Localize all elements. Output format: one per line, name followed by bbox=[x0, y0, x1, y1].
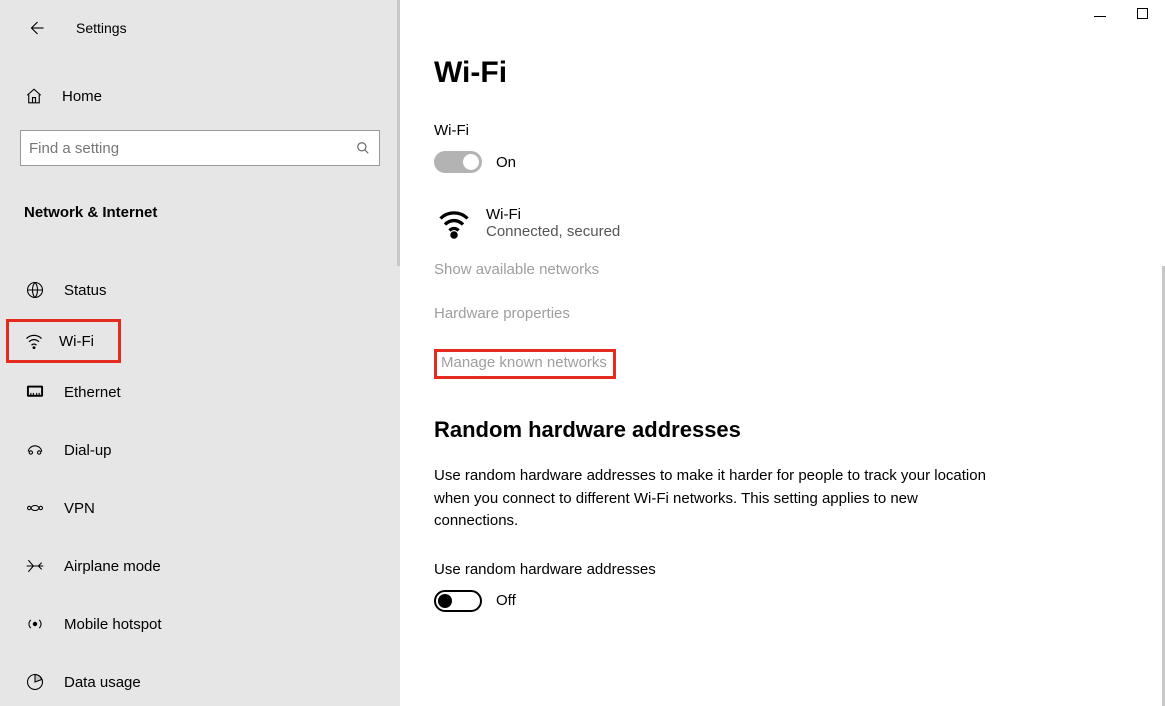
sidebar-item-label: Airplane mode bbox=[64, 558, 161, 575]
sidebar-section-title: Network & Internet bbox=[0, 204, 400, 221]
window-controls bbox=[1093, 6, 1149, 20]
sidebar-item-label: Ethernet bbox=[64, 384, 121, 401]
link-manage-known-networks-highlight: Manage known networks bbox=[434, 349, 616, 379]
sidebar-item-dialup[interactable]: Dial-up bbox=[0, 421, 400, 479]
page-title: Wi-Fi bbox=[434, 56, 1125, 90]
airplane-icon bbox=[24, 555, 46, 577]
wifi-toggle-label: Wi-Fi bbox=[434, 122, 1125, 139]
hotspot-icon bbox=[24, 613, 46, 635]
wifi-toggle[interactable] bbox=[434, 151, 482, 173]
sidebar-item-vpn[interactable]: VPN bbox=[0, 479, 400, 537]
search-icon bbox=[355, 140, 371, 156]
home-label: Home bbox=[62, 88, 102, 105]
sidebar-item-datausage[interactable]: Data usage bbox=[0, 653, 400, 706]
sidebar: Settings Home Network & Internet Status bbox=[0, 0, 400, 706]
sidebar-item-label: Dial-up bbox=[64, 442, 112, 459]
sidebar-item-status[interactable]: Status bbox=[0, 261, 400, 319]
wifi-icon bbox=[23, 330, 45, 352]
random-addresses-desc: Use random hardware addresses to make it… bbox=[434, 465, 994, 533]
back-button[interactable] bbox=[24, 16, 48, 40]
random-addresses-heading: Random hardware addresses bbox=[434, 417, 1125, 443]
vpn-icon bbox=[24, 497, 46, 519]
app-title: Settings bbox=[76, 20, 127, 36]
wifi-signal-icon bbox=[434, 203, 474, 243]
wifi-network-name: Wi-Fi bbox=[486, 206, 620, 223]
ethernet-icon bbox=[24, 381, 46, 403]
wifi-network-status: Connected, secured bbox=[486, 223, 620, 240]
sidebar-item-airplane[interactable]: Airplane mode bbox=[0, 537, 400, 595]
main-content: Wi-Fi Wi-Fi On Wi-Fi Connected, secured … bbox=[400, 0, 1165, 706]
status-icon bbox=[24, 279, 46, 301]
sidebar-item-label: Wi-Fi bbox=[59, 333, 94, 350]
datausage-icon bbox=[24, 671, 46, 693]
maximize-button[interactable] bbox=[1135, 6, 1149, 20]
random-toggle-state: Off bbox=[496, 592, 516, 609]
sidebar-home[interactable]: Home bbox=[0, 76, 400, 116]
dialup-icon bbox=[24, 439, 46, 461]
search-box[interactable] bbox=[20, 130, 380, 166]
sidebar-item-label: Mobile hotspot bbox=[64, 616, 162, 633]
sidebar-item-hotspot[interactable]: Mobile hotspot bbox=[0, 595, 400, 653]
minimize-button[interactable] bbox=[1093, 6, 1107, 20]
sidebar-item-label: Status bbox=[64, 282, 107, 299]
random-addresses-toggle[interactable] bbox=[434, 590, 482, 612]
wifi-toggle-state: On bbox=[496, 154, 516, 171]
sidebar-item-label: Data usage bbox=[64, 674, 141, 691]
random-toggle-label: Use random hardware addresses bbox=[434, 561, 1125, 578]
sidebar-item-wifi[interactable]: Wi-Fi bbox=[6, 319, 121, 363]
wifi-network-row[interactable]: Wi-Fi Connected, secured bbox=[434, 203, 1125, 243]
home-icon bbox=[24, 87, 44, 105]
link-manage-known-networks[interactable]: Manage known networks bbox=[441, 354, 607, 371]
search-input[interactable] bbox=[29, 140, 355, 157]
sidebar-item-label: VPN bbox=[64, 500, 95, 517]
link-show-available-networks[interactable]: Show available networks bbox=[434, 261, 599, 278]
nav-list: Status Wi-Fi Ethernet Dial-up bbox=[0, 261, 400, 706]
sidebar-item-ethernet[interactable]: Ethernet bbox=[0, 363, 400, 421]
link-hardware-properties[interactable]: Hardware properties bbox=[434, 305, 570, 322]
